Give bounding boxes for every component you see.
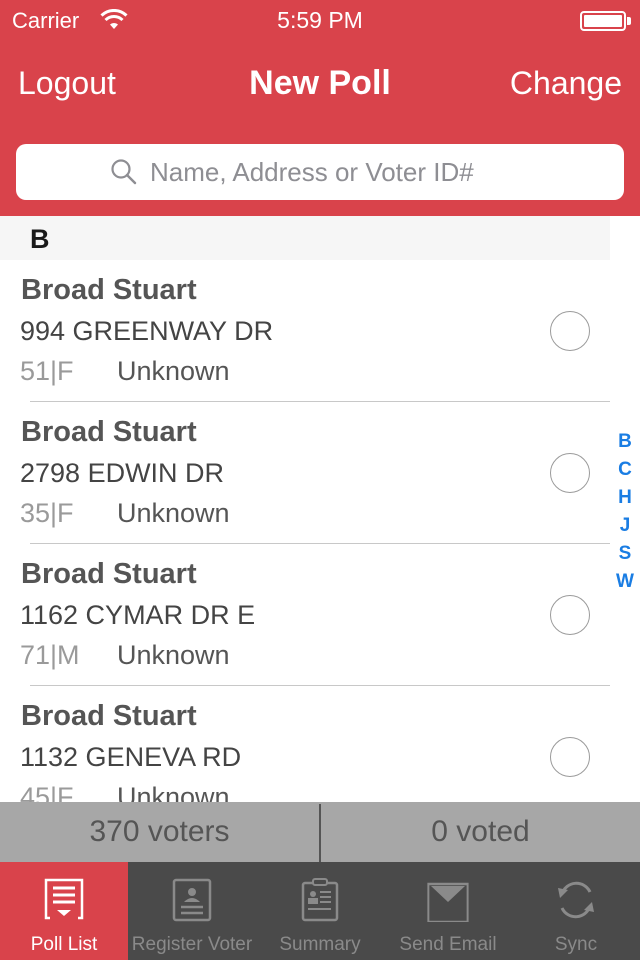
voter-row[interactable]: Broad Stuart 1132 GENEVA RD 45|F Unknown xyxy=(0,686,610,802)
voter-age-sex: 71|M xyxy=(20,640,80,670)
index-letter-b[interactable]: B xyxy=(618,428,632,456)
tab-summary[interactable]: Summary xyxy=(256,862,384,960)
voted-checkbox[interactable] xyxy=(550,453,590,493)
voter-meta: 71|M Unknown xyxy=(20,640,230,671)
poll-list-icon xyxy=(44,878,84,920)
voted-checkbox[interactable] xyxy=(550,595,590,635)
tab-register-voter[interactable]: Register Voter xyxy=(128,862,256,960)
navigation-bar: Logout New Poll Change xyxy=(0,40,640,128)
voter-meta: 51|F Unknown xyxy=(20,356,230,387)
voted-count: 0 voted xyxy=(431,815,530,848)
tab-label: Register Voter xyxy=(131,934,253,955)
voter-address: 1132 GENEVA RD xyxy=(20,742,242,772)
section-index[interactable]: B C H J S W xyxy=(612,428,638,596)
voter-age-sex: 51|F xyxy=(20,356,74,386)
voter-name: Broad Stuart xyxy=(21,558,197,590)
voter-age-sex: 45|F xyxy=(20,782,74,802)
search-bar[interactable] xyxy=(16,144,624,200)
section-header: B xyxy=(0,216,610,260)
tab-send-email[interactable]: Send Email xyxy=(384,862,512,960)
index-letter-h[interactable]: H xyxy=(618,484,632,512)
tab-label: Send Email xyxy=(399,934,497,955)
status-bar: Carrier 5:59 PM xyxy=(0,0,640,40)
battery-tip xyxy=(627,17,631,25)
tab-poll-list[interactable]: Poll List xyxy=(0,862,128,960)
index-letter-j[interactable]: J xyxy=(620,512,631,540)
voter-name: Broad Stuart xyxy=(21,700,197,732)
index-letter-w[interactable]: W xyxy=(616,568,634,596)
search-icon xyxy=(111,159,137,185)
search-input[interactable] xyxy=(150,156,530,188)
voter-meta: 35|F Unknown xyxy=(20,498,230,529)
voter-address: 1162 CYMAR DR E xyxy=(20,600,256,630)
register-voter-icon xyxy=(172,878,212,922)
index-letter-c[interactable]: C xyxy=(618,456,632,484)
summary-bar: 370 voters 0 voted xyxy=(0,802,640,862)
voter-address: 994 GREENWAY DR xyxy=(20,316,274,346)
sync-icon xyxy=(558,881,594,919)
tab-label: Poll List xyxy=(30,934,98,955)
voter-party: Unknown xyxy=(117,782,230,802)
index-letter-s[interactable]: S xyxy=(619,540,632,568)
battery-icon xyxy=(580,11,626,31)
voter-row[interactable]: Broad Stuart 994 GREENWAY DR 51|F Unknow… xyxy=(0,260,610,402)
header: Carrier 5:59 PM Logout New Poll Change xyxy=(0,0,640,216)
voter-party: Unknown xyxy=(117,498,230,528)
voter-meta: 45|F Unknown xyxy=(20,782,230,802)
change-button[interactable]: Change xyxy=(510,65,622,102)
voter-count: 370 voters xyxy=(89,815,230,848)
voter-name: Broad Stuart xyxy=(21,416,197,448)
voted-checkbox[interactable] xyxy=(550,311,590,351)
tab-label: Summary xyxy=(279,934,361,955)
voter-age-sex: 35|F xyxy=(20,498,74,528)
tab-sync[interactable]: Sync xyxy=(512,862,640,960)
voter-party: Unknown xyxy=(117,640,230,670)
clock: 5:59 PM xyxy=(277,7,363,33)
voter-address: 2798 EDWIN DR xyxy=(20,458,225,488)
voter-row[interactable]: Broad Stuart 1162 CYMAR DR E 71|M Unknow… xyxy=(0,544,610,686)
tab-label: Sync xyxy=(554,934,598,955)
logout-button[interactable]: Logout xyxy=(18,65,116,102)
voter-name: Broad Stuart xyxy=(21,274,197,306)
voter-list: B Broad Stuart 994 GREENWAY DR 51|F Unkn… xyxy=(0,216,640,802)
voter-row[interactable]: Broad Stuart 2798 EDWIN DR 35|F Unknown xyxy=(0,402,610,544)
voter-party: Unknown xyxy=(117,356,230,386)
summary-clipboard-icon xyxy=(301,878,339,922)
voted-checkbox[interactable] xyxy=(550,737,590,777)
envelope-icon xyxy=(427,882,469,922)
tab-bar: Poll List Register Voter Summary Send Em… xyxy=(0,862,640,960)
